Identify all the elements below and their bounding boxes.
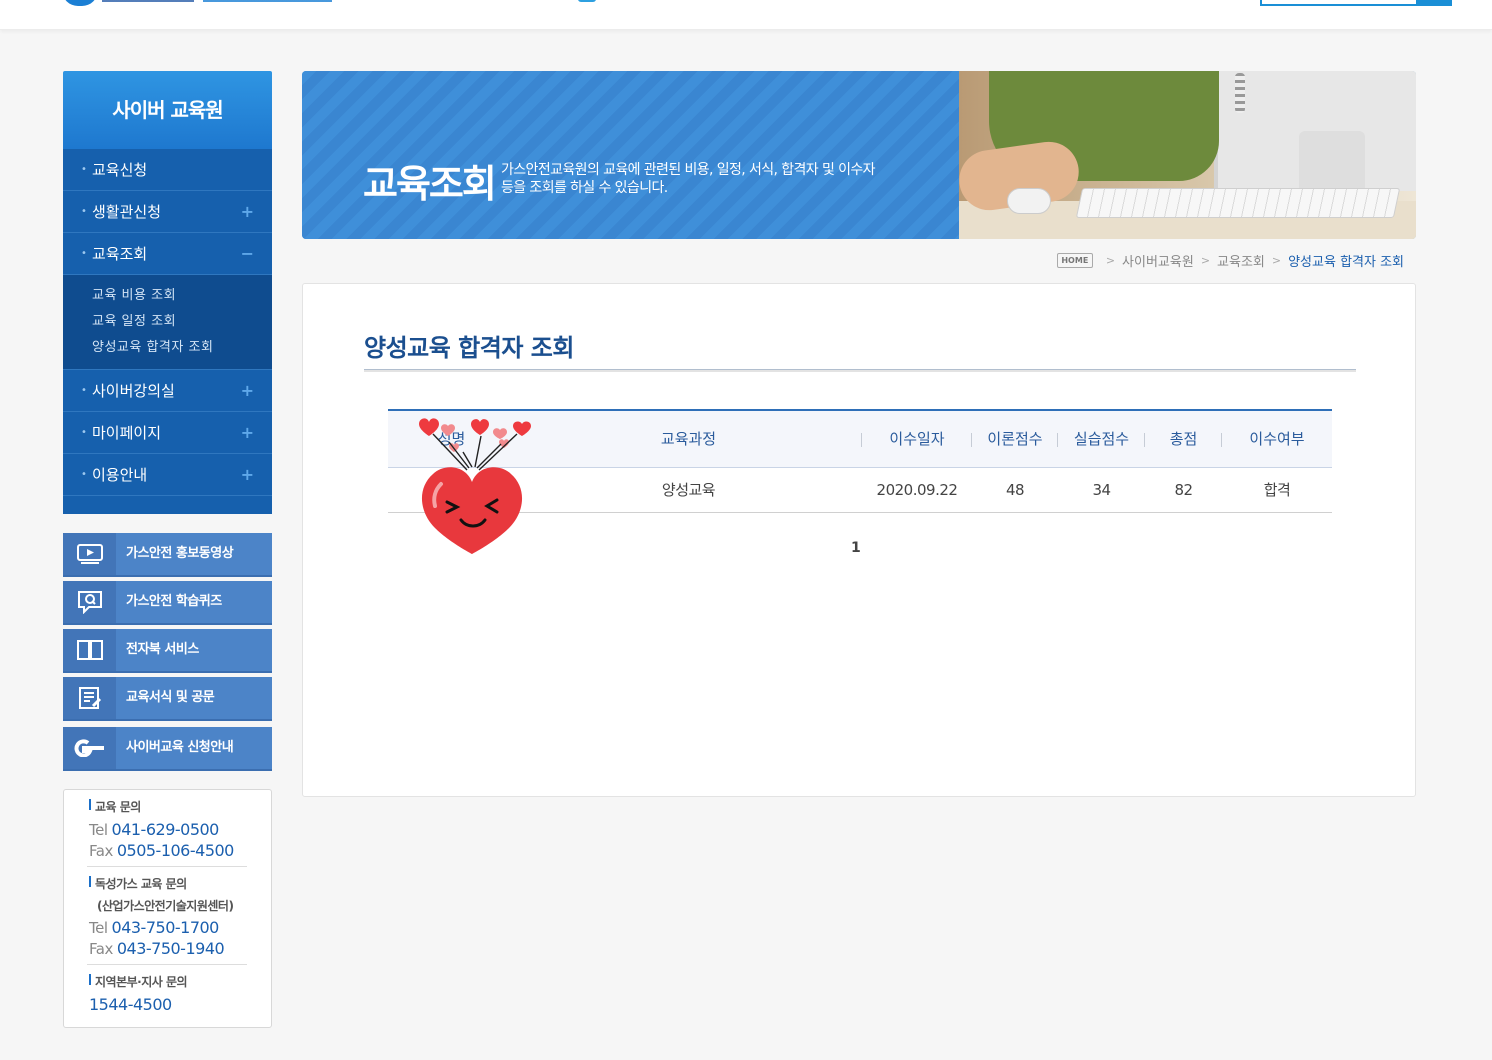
bullet-icon: • [81, 248, 87, 259]
cell-total-score: 82 [1145, 467, 1222, 513]
column-header-status: 이수여부 [1222, 409, 1332, 468]
book-icon [63, 629, 116, 671]
quick-link-ebook[interactable]: 전자북 서비스 [63, 629, 272, 673]
banner-photo [955, 71, 1416, 239]
column-header-theory: 이론점수 [972, 409, 1058, 468]
minus-icon[interactable]: − [241, 233, 254, 275]
breadcrumb-current: 양성교육 합격자 조회 [1288, 255, 1404, 270]
contact-toxic-fax: Fax 043-750-1940 [89, 939, 225, 958]
column-header-total: 총점 [1145, 409, 1222, 468]
spring-image [1235, 73, 1245, 113]
sidebar-menu-footer [63, 496, 272, 514]
contact-toxic-title: 독성가스 교육 문의 [89, 875, 271, 892]
contact-info-box: 교육 문의 Tel 041-629-0500 Fax 0505-106-4500 독… [63, 789, 272, 1028]
sidebar-item-dorm-apply[interactable]: • 생활관신청 + [63, 191, 272, 233]
keyboard-image [1075, 188, 1401, 218]
video-icon [63, 533, 116, 575]
quick-link-label: 사이버교육 신청안내 [126, 740, 234, 755]
sidebar-item-edu-apply[interactable]: • 교육신청 [63, 149, 272, 191]
sidebar-item-mypage[interactable]: • 마이페이지 + [63, 412, 272, 454]
breadcrumb-item[interactable]: 교육조회 [1217, 251, 1265, 270]
bullet-icon: • [81, 206, 87, 217]
bullet-icon: • [81, 469, 87, 480]
sidebar-item-label: 이용안내 [92, 466, 148, 484]
banner-title: 교육조회 [363, 162, 497, 206]
contact-region-title: 지역본부·지사 문의 [89, 973, 271, 990]
quick-link-quiz[interactable]: 가스안전 학습퀴즈 [63, 581, 272, 625]
contact-toxic-subtitle: (산업가스안전기술지원센터) [97, 899, 234, 913]
sidebar-item-label: 생활관신청 [92, 203, 162, 221]
sidebar-item-edu-inquiry[interactable]: • 교육조회 − [63, 233, 272, 275]
column-header-course: 교육과정 [515, 409, 862, 468]
logo-icon[interactable] [62, 0, 98, 6]
breadcrumb-separator: > [1105, 254, 1116, 267]
sidebar-item-label: 사이버강의실 [92, 382, 175, 400]
quick-link-label: 가스안전 학습퀴즈 [126, 594, 222, 609]
bullet-icon: • [81, 164, 87, 175]
pagination-page[interactable]: 1 [851, 540, 861, 556]
plus-icon[interactable]: + [241, 412, 254, 454]
sidebar: 사이버 교육원 • 교육신청 • 생활관신청 + • 교육조회 − 교육 비용 … [63, 71, 272, 514]
contact-edu-title: 교육 문의 [89, 798, 271, 815]
document-icon [63, 677, 116, 719]
cell-theory-score: 48 [972, 467, 1058, 513]
divider [87, 866, 247, 867]
heart-sticker [405, 412, 539, 558]
quick-link-label: 가스안전 홍보동영상 [126, 546, 234, 561]
quick-link-video[interactable]: 가스안전 홍보동영상 [63, 533, 272, 577]
breadcrumb-separator: > [1200, 254, 1211, 267]
contact-edu-tel: Tel 041-629-0500 [89, 820, 219, 839]
breadcrumb-item[interactable]: 사이버교육원 [1122, 251, 1194, 270]
top-header [0, 0, 1492, 30]
quick-link-cyber-guide[interactable]: 사이버교육 신청안내 [63, 727, 272, 771]
heart-face-icon [419, 418, 531, 554]
mouse-image [1007, 188, 1051, 214]
sidebar-submenu: 교육 비용 조회 교육 일정 조회 양성교육 합격자 조회 [63, 275, 272, 370]
page-title: 양성교육 합격자 조회 [364, 334, 574, 362]
bullet-icon: • [81, 427, 87, 438]
quiz-icon [63, 581, 116, 623]
quick-link-label: 전자북 서비스 [126, 642, 199, 657]
sidebar-title: 사이버 교육원 [63, 71, 272, 149]
quick-link-forms[interactable]: 교육서식 및 공문 [63, 677, 272, 721]
contact-edu-fax: Fax 0505-106-4500 [89, 841, 234, 860]
plus-icon[interactable]: + [241, 370, 254, 412]
logo-text [102, 0, 332, 2]
banner-description: 가스안전교육원의 교육에 관련된 비용, 일정, 서식, 합격자 및 이수자등을… [501, 162, 876, 196]
search-button[interactable] [1416, 0, 1452, 6]
g-logo-icon [63, 727, 116, 769]
sidebar-item-label: 교육조회 [92, 245, 148, 263]
cell-pass-status: 합격 [1222, 467, 1332, 513]
page-banner: 교육조회 가스안전교육원의 교육에 관련된 비용, 일정, 서식, 합격자 및 … [302, 71, 1416, 239]
submenu-item-cost[interactable]: 교육 비용 조회 [92, 283, 272, 309]
column-header-practice: 실습점수 [1058, 409, 1145, 468]
bullet-icon: • [81, 385, 87, 396]
divider [87, 964, 247, 965]
cell-course: 양성교육 [515, 467, 862, 513]
sidebar-item-label: 교육신청 [92, 161, 148, 179]
nav-indicator [578, 0, 596, 2]
cell-practice-score: 34 [1058, 467, 1145, 513]
plus-icon[interactable]: + [241, 454, 254, 496]
submenu-item-schedule[interactable]: 교육 일정 조회 [92, 309, 272, 335]
submenu-item-pass-list[interactable]: 양성교육 합격자 조회 [92, 335, 272, 361]
plus-icon[interactable]: + [241, 191, 254, 233]
title-underline [364, 369, 1356, 372]
column-header-date: 이수일자 [862, 409, 972, 468]
breadcrumb-separator: > [1271, 254, 1282, 267]
contact-toxic-tel: Tel 043-750-1700 [89, 918, 219, 937]
cell-date: 2020.09.22 [862, 467, 972, 513]
home-icon[interactable]: HOME [1056, 253, 1093, 268]
quick-link-label: 교육서식 및 공문 [126, 690, 215, 705]
breadcrumb: HOME > 사이버교육원 > 교육조회 > 양성교육 합격자 조회 [1056, 251, 1404, 270]
sidebar-item-cyber-class[interactable]: • 사이버강의실 + [63, 370, 272, 412]
sidebar-item-label: 마이페이지 [92, 424, 162, 442]
sidebar-item-guide[interactable]: • 이용안내 + [63, 454, 272, 496]
sidebar-menu: • 교육신청 • 생활관신청 + • 교육조회 − 교육 비용 조회 교육 일정… [63, 149, 272, 514]
contact-region-tel: 1544-4500 [89, 995, 172, 1014]
